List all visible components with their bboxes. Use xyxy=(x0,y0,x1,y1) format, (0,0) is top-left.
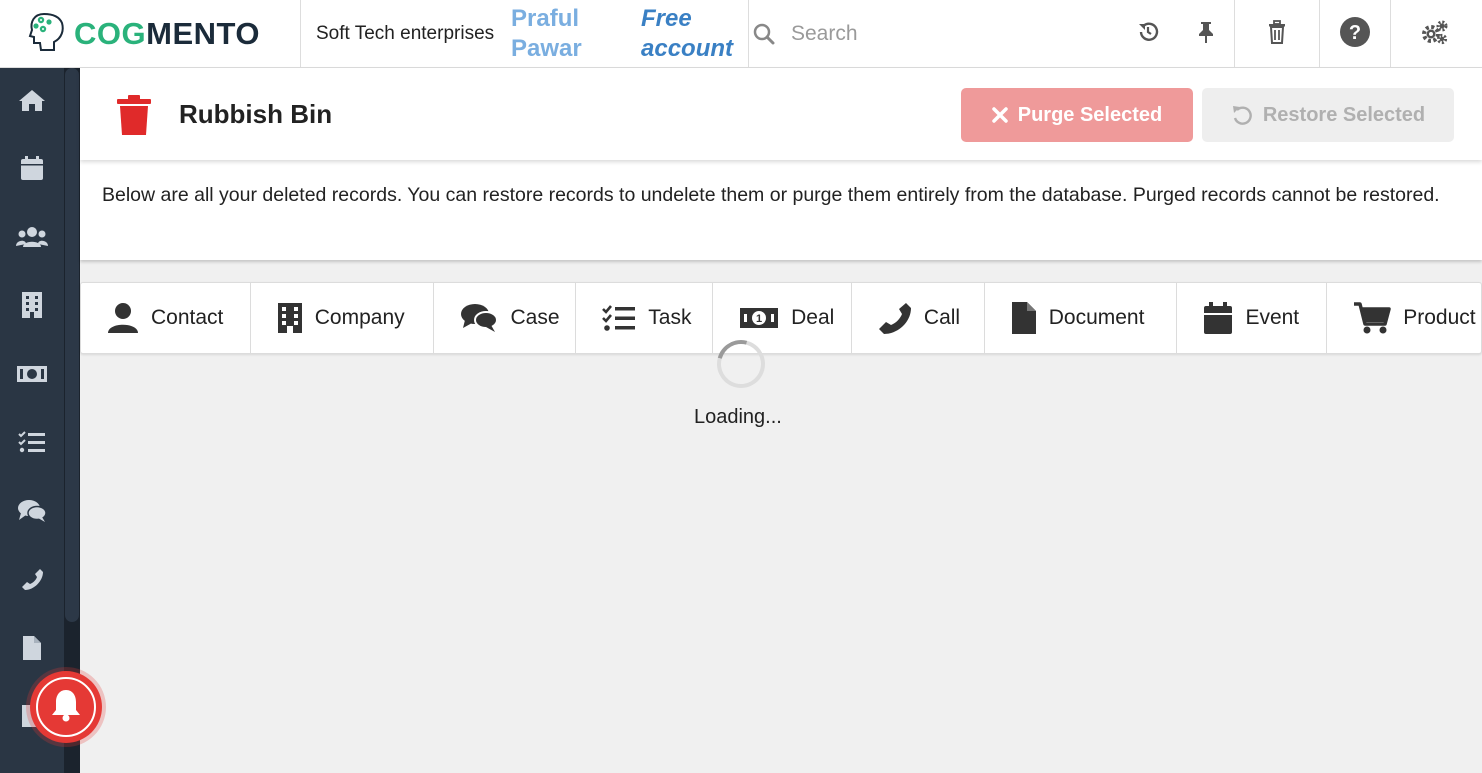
tab-label: Company xyxy=(314,306,405,329)
notification-button[interactable] xyxy=(30,671,102,743)
tab-contact[interactable]: Contact xyxy=(81,283,251,353)
rubbish-bin-button[interactable] xyxy=(1235,0,1320,68)
phone-icon xyxy=(878,301,912,335)
sidebar-item-cases[interactable] xyxy=(0,488,64,538)
page-header: Rubbish Bin Purge Selected Restore Selec… xyxy=(80,68,1482,160)
sidebar-item-calendar[interactable] xyxy=(0,145,64,195)
cases-icon xyxy=(17,499,47,528)
sidebar xyxy=(0,68,80,773)
search-bar xyxy=(749,0,1119,67)
notification-button-ring xyxy=(36,677,96,737)
sidebar-item-companies[interactable] xyxy=(0,282,64,332)
trash-icon xyxy=(1267,19,1287,49)
sidebar-item-home[interactable] xyxy=(0,77,64,127)
info-message: Below are all your deleted records. You … xyxy=(80,160,1482,260)
tab-label: Event xyxy=(1245,306,1300,329)
sidebar-item-contacts[interactable] xyxy=(0,214,64,264)
restore-selected-label: Restore Selected xyxy=(1262,103,1426,126)
help-button[interactable]: ? xyxy=(1320,0,1391,68)
logo[interactable]: COGMENTO xyxy=(0,0,301,68)
top-bar: COGMENTO Soft Tech enterprises Praful Pa… xyxy=(0,0,1482,68)
user-icon xyxy=(107,302,139,334)
history-button[interactable] xyxy=(1119,0,1177,68)
building-icon xyxy=(277,302,303,334)
purge-selected-button[interactable]: Purge Selected xyxy=(961,88,1193,142)
pin-icon xyxy=(1196,20,1216,49)
sidebar-item-calls[interactable] xyxy=(0,556,64,606)
tab-label: Call xyxy=(923,306,961,329)
tab-company[interactable]: Company xyxy=(251,283,435,353)
loading-text: Loading... xyxy=(694,406,782,428)
calendar-icon xyxy=(1203,301,1233,335)
settings-button[interactable] xyxy=(1391,0,1478,68)
logo-text-prefix: COG xyxy=(74,16,147,51)
settings-icon xyxy=(1421,19,1449,50)
tab-product[interactable]: Product xyxy=(1327,283,1481,353)
company-name: Soft Tech enterprises xyxy=(316,23,495,44)
record-type-tabs: Contact Company Case Task 1 Deal Call Do… xyxy=(80,282,1482,354)
page-title: Rubbish Bin xyxy=(179,99,333,129)
sidebar-item-deals[interactable] xyxy=(0,351,64,401)
sidebar-item-tasks[interactable] xyxy=(0,419,64,469)
contacts-icon xyxy=(16,226,48,253)
tab-label: Deal xyxy=(791,306,835,329)
history-icon xyxy=(1136,20,1160,49)
rubbish-bin-icon xyxy=(116,94,152,141)
bell-icon xyxy=(50,688,82,727)
documents-icon xyxy=(22,635,42,666)
companies-icon xyxy=(21,291,43,324)
tab-label: Document xyxy=(1048,306,1145,329)
file-icon xyxy=(1011,301,1037,335)
tasks-icon xyxy=(602,304,636,332)
tab-label: Case xyxy=(510,306,560,329)
tab-label: Contact xyxy=(151,306,224,329)
restore-selected-button[interactable]: Restore Selected xyxy=(1202,88,1454,142)
logo-text: COGMENTO xyxy=(74,16,260,52)
comments-icon xyxy=(460,303,499,333)
user-name[interactable]: Praful Pawar xyxy=(495,0,623,67)
tab-call[interactable]: Call xyxy=(852,283,985,353)
cart-icon xyxy=(1353,301,1391,335)
money-icon: 1 xyxy=(739,306,779,330)
svg-text:?: ? xyxy=(1349,22,1361,44)
purge-selected-label: Purge Selected xyxy=(1017,103,1163,126)
home-icon xyxy=(18,88,46,117)
undo-icon xyxy=(1231,104,1253,126)
brain-logo-icon xyxy=(28,10,68,59)
help-icon: ? xyxy=(1339,16,1371,53)
deals-icon xyxy=(16,364,48,389)
calendar-icon xyxy=(20,155,44,186)
search-icon xyxy=(751,21,777,47)
tab-label: Product xyxy=(1403,306,1476,329)
tab-case[interactable]: Case xyxy=(434,283,577,353)
sidebar-item-documents[interactable] xyxy=(0,625,64,675)
tasks-icon xyxy=(18,430,46,459)
tab-event[interactable]: Event xyxy=(1177,283,1328,353)
tab-label: Task xyxy=(648,306,692,329)
account-type[interactable]: Free account xyxy=(623,0,749,67)
search-input[interactable] xyxy=(791,21,1091,46)
logo-text-suffix: MENTO xyxy=(146,16,261,51)
calls-icon xyxy=(20,567,44,596)
svg-text:1: 1 xyxy=(756,313,762,325)
tab-document[interactable]: Document xyxy=(985,283,1178,353)
sidebar-scrollbar-thumb[interactable] xyxy=(65,68,79,622)
close-icon xyxy=(991,107,1008,123)
tab-task[interactable]: Task xyxy=(576,283,714,353)
pin-button[interactable] xyxy=(1177,0,1235,68)
